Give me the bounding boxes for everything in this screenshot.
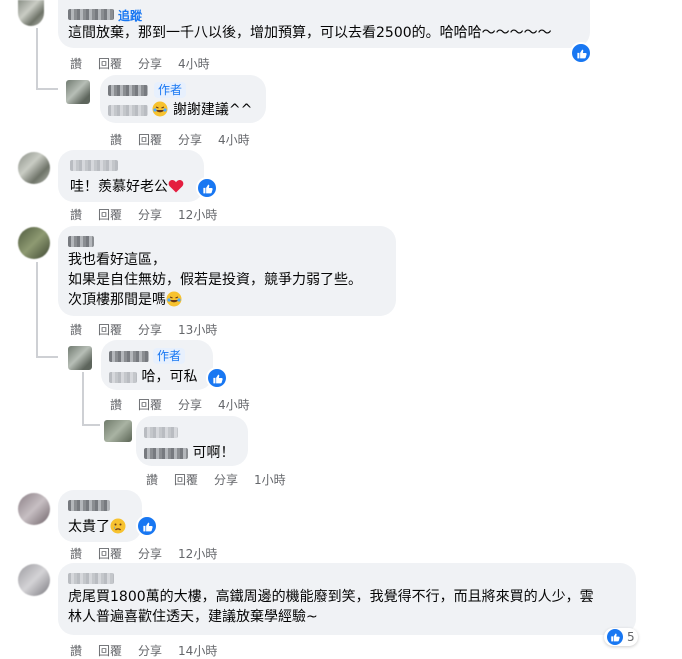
comment-actions: 讚回覆 分享 12小時 <box>70 206 233 223</box>
comment-text-line: 次頂樓那間是嗎 <box>68 290 182 310</box>
like-link[interactable]: 讚 <box>70 642 82 659</box>
reply-link[interactable]: 回覆 <box>98 321 122 338</box>
like-reaction-icon[interactable] <box>196 177 218 199</box>
comment-bubble: 作者 哈，可私 <box>101 340 213 390</box>
share-link[interactable]: 分享 <box>138 55 162 72</box>
comment-actions: 讚回覆 分享 13小時 <box>70 321 233 338</box>
timestamp[interactable]: 14小時 <box>178 642 217 659</box>
share-link[interactable]: 分享 <box>178 131 202 148</box>
comment-text: 這間放棄，那到一千八以後，增加預算，可以去看2500的。哈哈哈～～～～～ <box>68 25 552 41</box>
heart-emoji-icon <box>168 179 184 193</box>
comment-bubble: 作者 謝謝建議^^ <box>100 75 266 123</box>
comment-text-line: 虎尾買1800萬的大樓，高鐵周邊的機能廢到笑，我覺得不行，而且將來買的人少，雲 <box>68 589 594 605</box>
avatar[interactable] <box>104 420 132 442</box>
share-link[interactable]: 分享 <box>138 545 162 562</box>
avatar[interactable] <box>68 346 92 370</box>
reaction-summary[interactable]: 5 <box>604 628 638 646</box>
thread-line <box>82 372 84 426</box>
avatar[interactable] <box>18 0 44 26</box>
comment-text: 哇！羨慕好老公 <box>70 176 184 196</box>
commenter-name[interactable] <box>68 236 94 247</box>
comment-actions: 讚回覆 分享 14小時 <box>70 642 233 659</box>
commenter-name[interactable] <box>68 573 114 584</box>
commenter-name[interactable] <box>144 427 178 438</box>
like-link[interactable]: 讚 <box>70 55 82 72</box>
avatar[interactable] <box>66 80 90 104</box>
like-link[interactable]: 讚 <box>146 471 158 488</box>
reply-link[interactable]: 回覆 <box>138 131 162 148</box>
reply-link[interactable]: 回覆 <box>174 471 198 488</box>
reply-link[interactable]: 回覆 <box>98 642 122 659</box>
thread-line <box>36 88 58 90</box>
avatar[interactable] <box>18 227 50 259</box>
comment-text-line: 我也看好這區， <box>68 252 166 268</box>
commenter-name[interactable] <box>68 500 110 511</box>
share-link[interactable]: 分享 <box>138 321 162 338</box>
comment-text-line: 如果是自住無妨，假若是投資，競爭力弱了些。 <box>68 272 362 288</box>
commenter-name[interactable] <box>108 85 148 96</box>
like-reaction-icon[interactable] <box>136 515 158 537</box>
timestamp[interactable]: 4小時 <box>178 55 210 72</box>
commenter-name[interactable] <box>70 160 118 171</box>
timestamp[interactable]: 4小時 <box>218 396 250 413</box>
comment-bubble: 虎尾買1800萬的大樓，高鐵周邊的機能廢到笑，我覺得不行，而且將來買的人少，雲 … <box>58 563 636 635</box>
thread-line <box>36 262 38 358</box>
comment-actions: 讚回覆 分享 4小時 <box>70 55 226 72</box>
like-reaction-icon[interactable] <box>206 367 228 389</box>
like-link[interactable]: 讚 <box>110 131 122 148</box>
timestamp[interactable]: 1小時 <box>254 471 286 488</box>
avatar[interactable] <box>18 152 50 184</box>
thread-line <box>36 28 38 90</box>
avatar[interactable] <box>18 564 50 596</box>
reply-link[interactable]: 回覆 <box>138 396 162 413</box>
crying-emoji-icon <box>110 518 126 534</box>
reply-link[interactable]: 回覆 <box>98 55 122 72</box>
comment-bubble: 可啊！ <box>136 416 248 466</box>
comment-bubble: 哇！羨慕好老公 <box>58 150 204 202</box>
share-link[interactable]: 分享 <box>214 471 238 488</box>
comment-bubble: 追蹤 這間放棄，那到一千八以後，增加預算，可以去看2500的。哈哈哈～～～～～ <box>58 0 590 48</box>
timestamp[interactable]: 12小時 <box>178 206 217 223</box>
timestamp[interactable]: 12小時 <box>178 545 217 562</box>
commenter-name[interactable] <box>68 9 114 20</box>
like-link[interactable]: 讚 <box>70 206 82 223</box>
laughing-emoji-icon <box>152 101 168 117</box>
timestamp[interactable]: 4小時 <box>218 131 250 148</box>
comment-bubble: 我也看好這區， 如果是自住無妨，假若是投資，競爭力弱了些。 次頂樓那間是嗎 <box>58 226 396 316</box>
comment-actions: 讚回覆 分享 4小時 <box>110 131 266 148</box>
like-link[interactable]: 讚 <box>70 321 82 338</box>
avatar[interactable] <box>18 493 50 525</box>
comment-actions: 讚回覆 分享 4小時 <box>110 396 266 413</box>
reaction-count: 5 <box>627 630 635 644</box>
share-link[interactable]: 分享 <box>178 396 202 413</box>
like-link[interactable]: 讚 <box>70 545 82 562</box>
commenter-name[interactable] <box>109 351 149 362</box>
reply-link[interactable]: 回覆 <box>98 206 122 223</box>
author-badge: 作者 <box>153 348 186 364</box>
thread-line <box>82 424 100 426</box>
share-link[interactable]: 分享 <box>138 206 162 223</box>
timestamp[interactable]: 13小時 <box>178 321 217 338</box>
comment-text: 謝謝建議^^ <box>108 99 252 119</box>
share-link[interactable]: 分享 <box>138 642 162 659</box>
like-reaction-icon <box>607 629 623 645</box>
reply-link[interactable]: 回覆 <box>98 545 122 562</box>
comment-bubble: 太貴了 <box>58 490 142 542</box>
like-reaction-icon[interactable] <box>570 42 592 64</box>
thread-line <box>36 356 58 358</box>
comment-text: 可啊！ <box>144 442 234 462</box>
comment-text: 哈，可私 <box>109 366 197 386</box>
comment-actions: 讚回覆 分享 12小時 <box>70 545 233 562</box>
comment-actions: 讚回覆 分享 1小時 <box>146 471 302 488</box>
comment-text: 太貴了 <box>68 516 126 536</box>
author-badge: 作者 <box>154 82 187 98</box>
comment-text-line: 林人普遍喜歡住透天，建議放棄學經驗~ <box>68 609 318 625</box>
laughing-emoji-icon <box>166 291 182 307</box>
follow-link[interactable]: 追蹤 <box>118 7 142 24</box>
like-link[interactable]: 讚 <box>110 396 122 413</box>
